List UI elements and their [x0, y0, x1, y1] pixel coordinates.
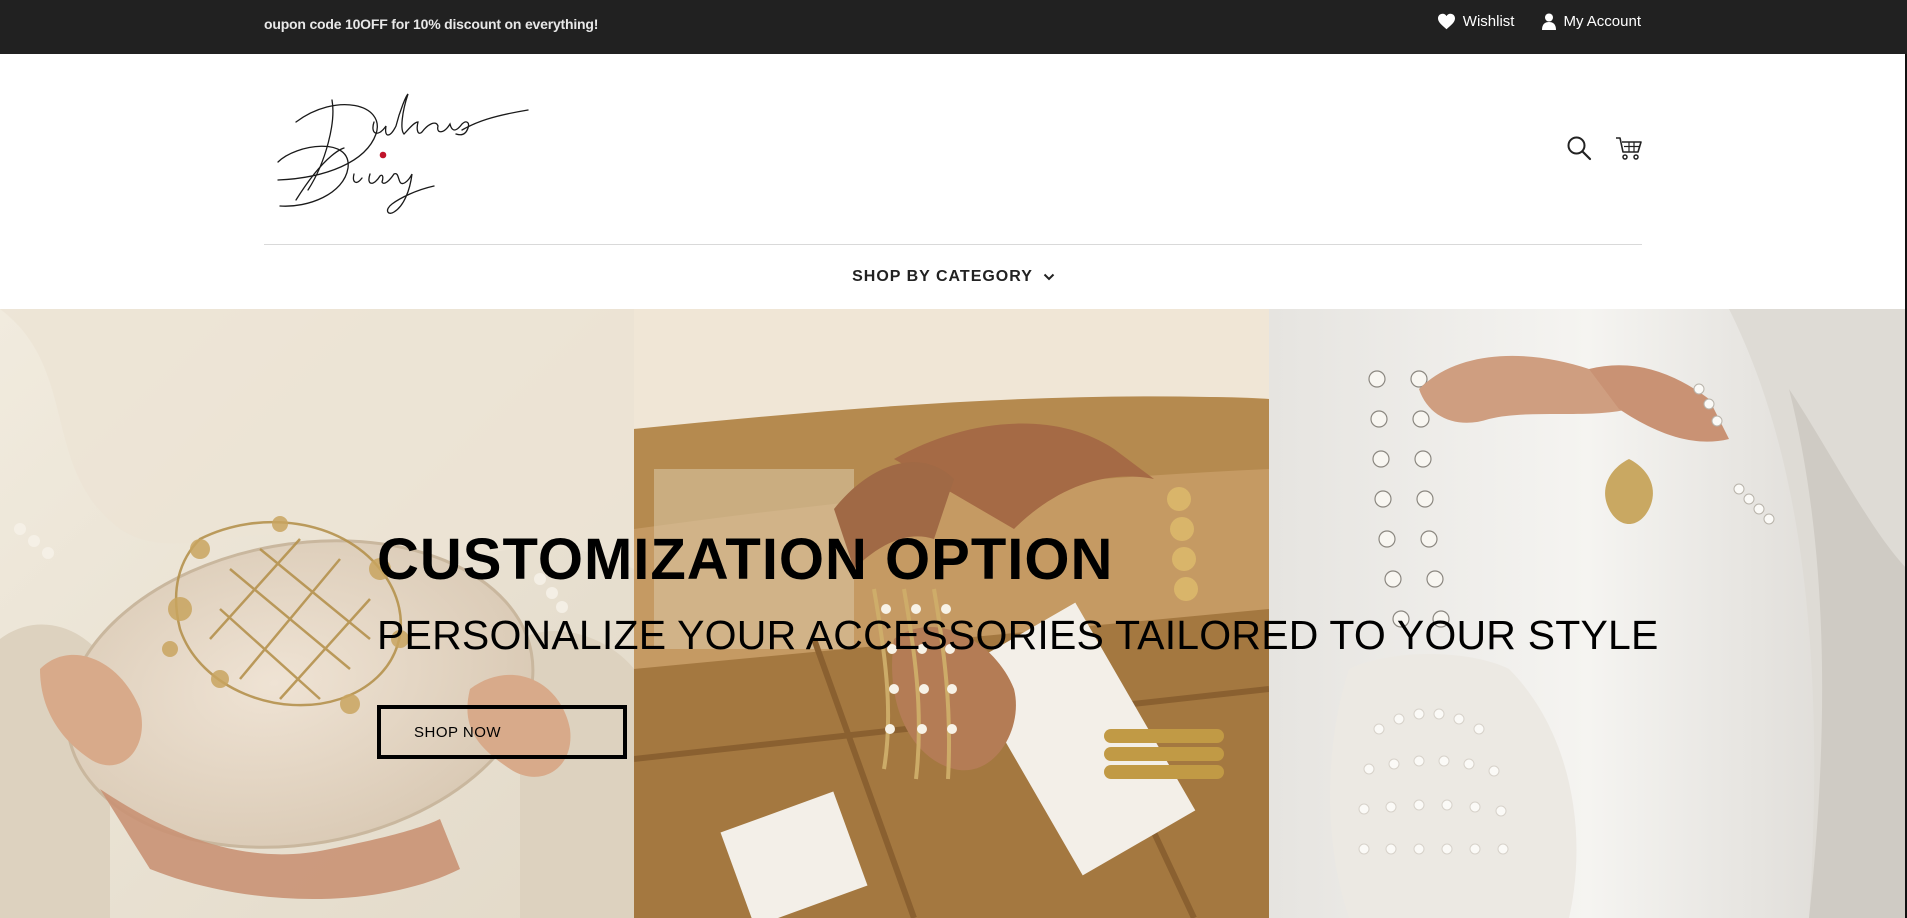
my-account-link[interactable]: My Account — [1542, 13, 1641, 30]
logo-script — [277, 93, 529, 214]
wishlist-label: Wishlist — [1462, 13, 1515, 30]
brand-logo[interactable] — [266, 82, 544, 214]
chevron-down-icon — [1043, 268, 1055, 286]
heart-icon — [1437, 13, 1456, 30]
wishlist-link[interactable]: Wishlist — [1437, 13, 1515, 30]
header-actions — [1565, 134, 1643, 162]
hero-banner: CUSTOMIZATION OPTION PERSONALIZE YOUR AC… — [0, 309, 1907, 918]
announcement-bar: oupon code 10OFF for 10% discount on eve… — [0, 0, 1907, 54]
nav-shop-by-category-label: SHOP BY CATEGORY — [852, 268, 1033, 285]
top-links: Wishlist My Account — [1437, 13, 1641, 30]
cart-icon[interactable] — [1615, 134, 1643, 162]
main-nav: SHOP BY CATEGORY — [0, 245, 1907, 309]
nav-shop-by-category[interactable]: SHOP BY CATEGORY — [852, 268, 1055, 286]
hero-subtitle: PERSONALIZE YOUR ACCESSORIES TAILORED TO… — [377, 612, 1659, 658]
user-icon — [1542, 13, 1557, 30]
hero-title: CUSTOMIZATION OPTION — [377, 527, 1114, 592]
my-account-label: My Account — [1563, 13, 1641, 30]
search-icon[interactable] — [1565, 134, 1593, 162]
announcement-text: oupon code 10OFF for 10% discount on eve… — [264, 16, 599, 32]
shop-now-button[interactable]: SHOP NOW — [377, 705, 627, 759]
logo-dot — [379, 151, 387, 159]
